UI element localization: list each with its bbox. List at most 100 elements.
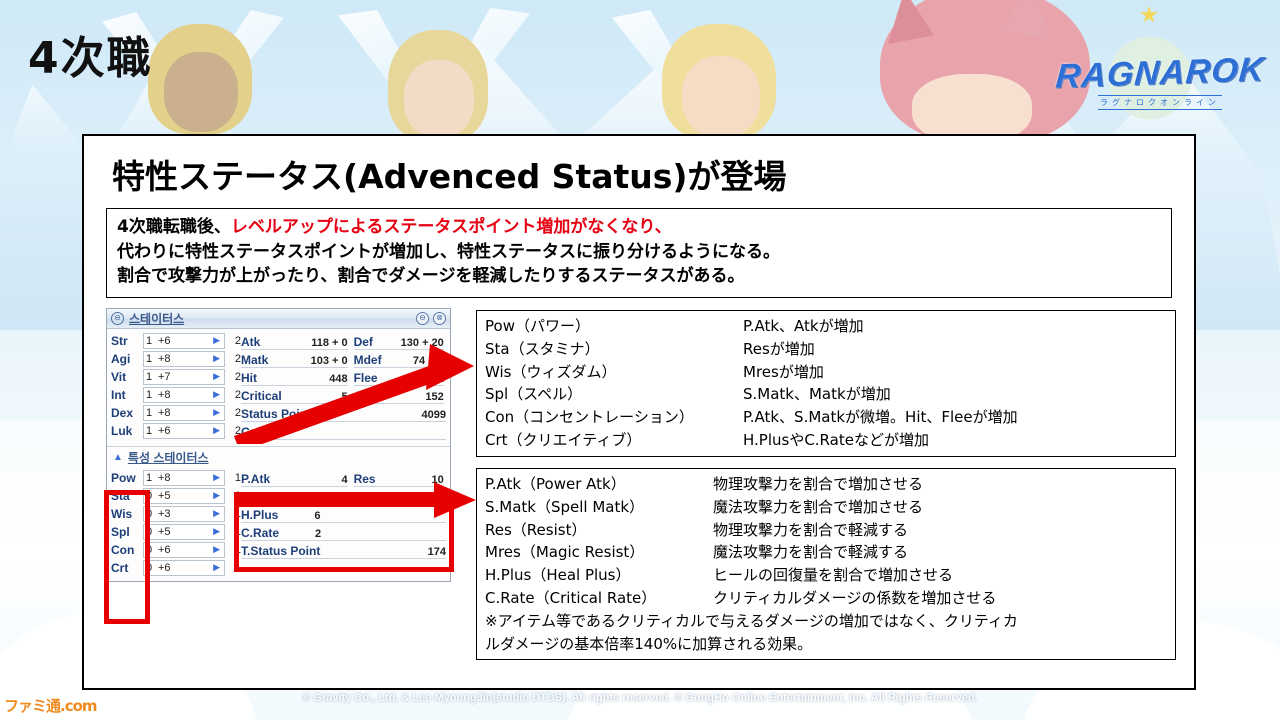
stat-crt[interactable]: Crt 0 +6 ▶ 1: [111, 559, 241, 576]
character-right-blonde: [611, 10, 800, 140]
description-line-3: 割合で攻撃力が上がったり、割合でダメージを軽減したりするステータスがある。: [117, 266, 745, 287]
status-window-buttons[interactable]: ⊖ ⊗: [416, 311, 446, 325]
minimize-icon[interactable]: ⊖: [416, 311, 429, 325]
copyright-text: © Gravity Co., Ltd. & Lee MyoungJin(stud…: [302, 692, 978, 704]
guild-field: Guild: [241, 422, 446, 440]
stat-label: Con: [111, 542, 135, 557]
combat-fields: Hit 448 Flee 372 + 1: [241, 368, 446, 386]
increase-arrow-icon[interactable]: ▶: [213, 472, 220, 483]
term: Wis（ウィズダム）: [485, 362, 617, 381]
stat-value-box[interactable]: 1 +8 ▶: [143, 404, 225, 421]
stat-value-box[interactable]: 1 +6 ▶: [143, 332, 225, 349]
close-icon[interactable]: ⊗: [433, 311, 446, 325]
stat-cost: 1: [234, 543, 241, 556]
stat-base: 1: [146, 406, 153, 419]
effect: P.Atk、Atkが増加: [743, 316, 864, 335]
increase-arrow-icon[interactable]: ▶: [213, 407, 220, 418]
increase-arrow-icon[interactable]: ▶: [213, 508, 220, 519]
stat-value-box[interactable]: 0 +6 ▶: [143, 559, 225, 576]
face: [404, 60, 474, 138]
stat-agi[interactable]: Agi 1 +8 ▶ 2: [111, 350, 241, 367]
collapse-icon[interactable]: ⊖: [111, 311, 124, 325]
stat-spl[interactable]: Spl 0 +5 ▶ 1: [111, 523, 241, 540]
effect: P.Atk、S.Matkが微増。Hit、Fleeが増加: [743, 408, 1018, 427]
status-row: Luk 1 +6 ▶ 2 Guild: [111, 422, 446, 440]
increase-arrow-icon[interactable]: ▶: [213, 425, 220, 436]
increase-arrow-icon[interactable]: ▶: [213, 353, 220, 364]
advanced-status-section-header[interactable]: ▲ 특성 스테이터스: [107, 445, 450, 466]
field-res: Res 10: [353, 469, 444, 487]
stat-bonus: +7: [158, 370, 171, 383]
stat-bonus: +6: [158, 561, 171, 574]
field-empty: [241, 559, 446, 576]
base-status-section: Str 1 +6 ▶ 2 Atk 118 + 0 Def 130 + 20 Ag…: [107, 329, 450, 444]
stat-bonus: +8: [158, 388, 171, 401]
stat-cost: 1: [234, 471, 241, 484]
stat-vit[interactable]: Vit 1 +7 ▶ 2: [111, 368, 241, 385]
field-status-point: Status Point 4099: [241, 404, 446, 422]
stat-label: Spl: [111, 524, 130, 539]
field-value: 10: [431, 473, 444, 486]
note-line-1: ※アイテム等であるクリティカルで与えるダメージの増加ではなく、クリティカ: [485, 611, 1018, 630]
advanced-fields: C.Rate 2: [241, 523, 446, 541]
increase-arrow-icon[interactable]: ▶: [213, 526, 220, 537]
description-line-2: 代わりに特性ステータスポイントが増加し、特性ステータスに振り分けるようになる。: [117, 241, 780, 262]
field-value: 6: [314, 509, 321, 522]
stat-base: 0: [146, 561, 153, 574]
field-label: Atk: [241, 334, 261, 349]
stat-str[interactable]: Str 1 +6 ▶ 2: [111, 332, 241, 349]
field-value: 448: [329, 372, 348, 385]
stat-value-box[interactable]: 1 +6 ▶: [143, 422, 225, 439]
stat-description-row: Con（コンセントレーション） P.Atk、S.Matkが微増。Hit、Flee…: [485, 406, 1167, 429]
stat-wis[interactable]: Wis 0 +3 ▶ 1: [111, 505, 241, 522]
stat-label: Vit: [111, 369, 127, 384]
increase-arrow-icon[interactable]: ▶: [213, 371, 220, 382]
stat-value-box[interactable]: 1 +8 ▶: [143, 350, 225, 367]
stat-value-box[interactable]: 0 +5 ▶: [143, 487, 225, 504]
stat-cost: 1: [234, 525, 241, 538]
stat-value-box[interactable]: 1 +7 ▶: [143, 368, 225, 385]
stat-description-box-basic: Pow（パワー） P.Atk、Atkが増加 Sta（スタミナ） Resが増加 W…: [476, 309, 1176, 457]
stat-pow[interactable]: Pow 1 +8 ▶ 1: [111, 469, 241, 486]
increase-arrow-icon[interactable]: ▶: [213, 335, 220, 346]
stat-luk[interactable]: Luk 1 +6 ▶ 2: [111, 422, 241, 439]
increase-arrow-icon[interactable]: ▶: [213, 562, 220, 573]
stat-base: 0: [146, 525, 153, 538]
term: Sta（スタミナ）: [485, 339, 600, 358]
term: P.Atk（Power Atk）: [485, 474, 626, 493]
stat-value-box[interactable]: 0 +3 ▶: [143, 505, 225, 522]
field-value: 4: [341, 473, 348, 486]
stat-value-box[interactable]: 0 +5 ▶: [143, 523, 225, 540]
stat-value-box[interactable]: 0 +6 ▶: [143, 541, 225, 558]
status-window-titlebar[interactable]: ⊖ 스테이터스 ⊖ ⊗: [107, 308, 450, 329]
stat-int[interactable]: Int 1 +8 ▶ 2: [111, 386, 241, 403]
stat-label: Str: [111, 333, 128, 348]
increase-arrow-icon[interactable]: ▶: [213, 544, 220, 555]
field-value: 5: [437, 491, 444, 504]
field-label: Guild: [241, 424, 272, 439]
field-label: H.Plus: [241, 507, 279, 522]
stat-bonus: +5: [158, 489, 171, 502]
field-label: C.Rate: [241, 525, 280, 540]
game-status-window[interactable]: ⊖ 스테이터스 ⊖ ⊗ Str 1 +6 ▶ 2 Atk 118 + 0 Def…: [106, 307, 451, 582]
term: Crt（クリエイティブ）: [485, 430, 642, 449]
field-value: 103 + 0: [310, 354, 348, 367]
face: [164, 52, 238, 132]
term: H.Plus（Heal Plus）: [485, 566, 631, 585]
increase-arrow-icon[interactable]: ▶: [213, 490, 220, 501]
term: S.Matk（Spell Matk）: [485, 497, 645, 516]
term: C.Rate（Critical Rate）: [485, 588, 657, 607]
term: Spl（スペル）: [485, 385, 583, 404]
stat-con[interactable]: Con 0 +6 ▶ 1: [111, 541, 241, 558]
chevron-up-icon[interactable]: ▲: [113, 452, 123, 463]
stat-dex[interactable]: Dex 1 +8 ▶ 2: [111, 404, 241, 421]
stat-value-box[interactable]: 1 +8 ▶: [143, 386, 225, 403]
slide-corner-title: 4次職: [28, 33, 153, 84]
stat-value-box[interactable]: 1 +8 ▶: [143, 469, 225, 486]
increase-arrow-icon[interactable]: ▶: [213, 389, 220, 400]
stat-sta[interactable]: Sta 0 +5 ▶ 1: [111, 487, 241, 504]
status-row: Dex 1 +8 ▶ 2 Status Point 4099: [111, 404, 446, 422]
stat-bonus: +3: [158, 507, 171, 520]
stat-description-row: Sta（スタミナ） Resが増加: [485, 338, 1167, 361]
advanced-row: Spl 0 +5 ▶ 1 C.Rate 2: [111, 523, 446, 541]
